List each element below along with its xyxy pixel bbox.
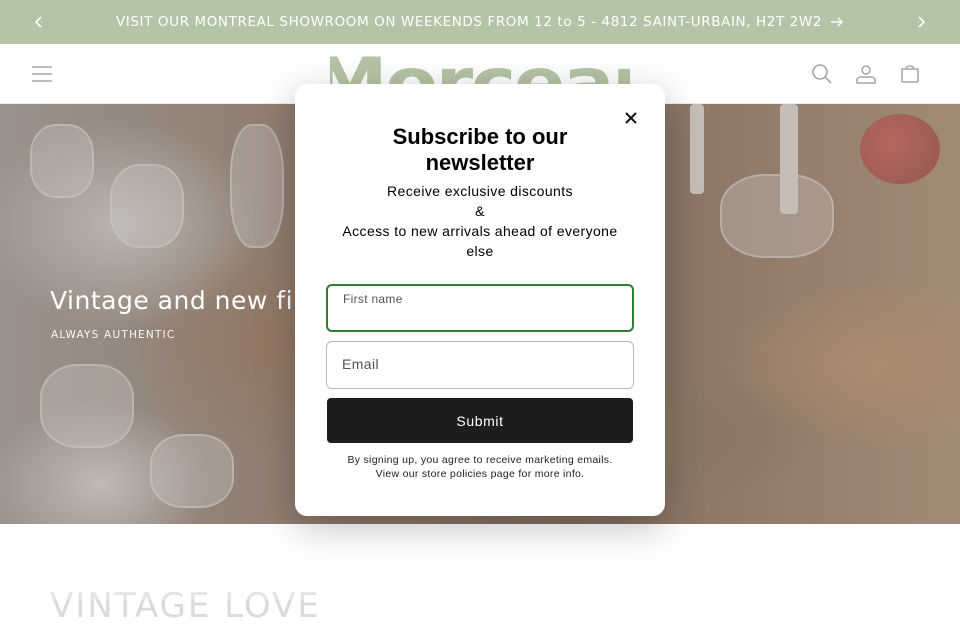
modal-title-line: Subscribe to our — [392, 124, 568, 149]
modal-description-line: & — [475, 203, 485, 219]
modal-title-line: newsletter — [425, 150, 535, 175]
modal-description-line: else — [466, 243, 494, 259]
modal-description-line: Access to new arrivals ahead of everyone — [342, 223, 618, 239]
legal-notice: By signing up, you agree to receive mark… — [325, 453, 635, 481]
email-field[interactable]: Email — [326, 341, 634, 389]
submit-button[interactable]: Submit — [327, 398, 633, 443]
first-name-field[interactable]: First name — [326, 284, 634, 332]
modal-description: Receive exclusive discounts & Access to … — [325, 181, 635, 261]
newsletter-modal: Subscribe to our newsletter Receive excl… — [295, 84, 665, 516]
email-label: Email — [342, 356, 380, 372]
first-name-label: First name — [343, 292, 403, 306]
modal-title: Subscribe to our newsletter — [295, 124, 665, 176]
modal-description-line: Receive exclusive discounts — [387, 183, 573, 199]
legal-line: By signing up, you agree to receive mark… — [347, 454, 613, 466]
legal-line: View our store policies page for more in… — [375, 468, 585, 480]
